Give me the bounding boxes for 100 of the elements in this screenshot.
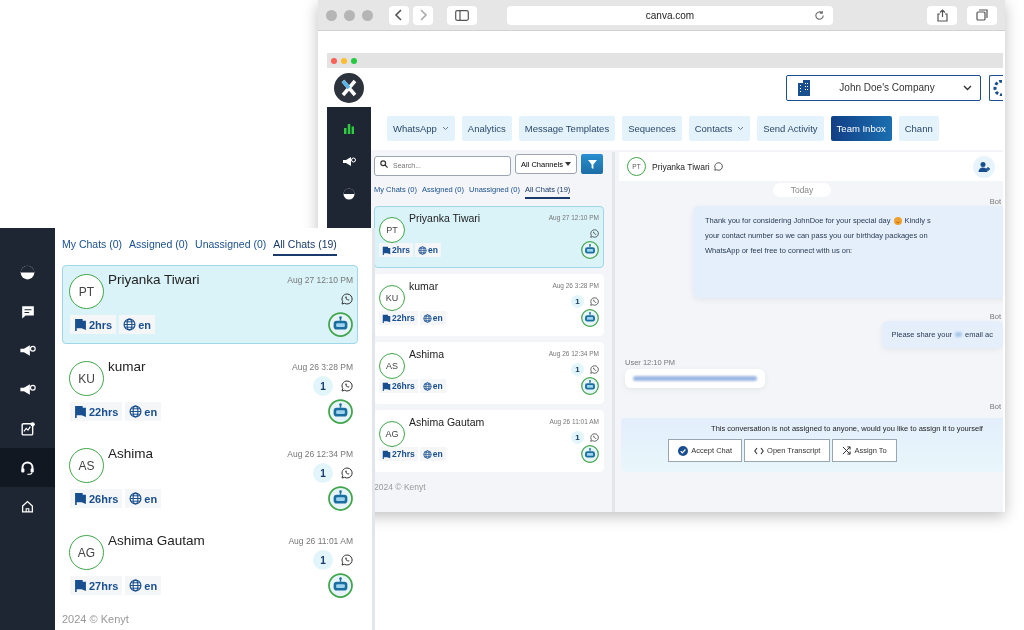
- wait-time-badge: 2hrs: [70, 315, 117, 334]
- megaphone-icon: [19, 383, 36, 396]
- contact-name: Ashima: [108, 446, 153, 461]
- whatsapp-icon: [590, 228, 599, 238]
- chevron-down-icon: [441, 126, 449, 131]
- language-badge: en: [419, 447, 446, 461]
- contact-name: Ashima Gautam: [108, 533, 205, 548]
- caret-icon: [565, 162, 572, 166]
- wait-time-badge: 22hrs: [379, 311, 418, 325]
- robot-icon[interactable]: [581, 241, 599, 259]
- nav-tab[interactable]: WhatsApp: [387, 116, 455, 141]
- wait-time-badge: 27hrs: [379, 447, 418, 461]
- chevron-down-icon: [963, 84, 972, 91]
- address-bar[interactable]: canva.com: [507, 5, 833, 25]
- avatar: PT: [379, 217, 405, 243]
- add-user-button[interactable]: [973, 155, 995, 178]
- chat-card[interactable]: PT Priyanka Tiwari Aug 27 12:10 PM 2hrs en: [62, 265, 358, 344]
- wait-time-badge: 26hrs: [379, 379, 418, 393]
- blurred-icon: [955, 332, 963, 337]
- nav-tab[interactable]: Sequences: [622, 116, 682, 141]
- unread-count: 1: [571, 362, 584, 376]
- nav-tab[interactable]: Team Inbox: [830, 116, 892, 141]
- sidebar-item[interactable]: [0, 448, 55, 487]
- reload-icon[interactable]: [814, 9, 825, 21]
- wait-time-badge: 2hrs: [379, 243, 413, 257]
- avatar: AS: [69, 448, 104, 483]
- headset-icon: [20, 460, 35, 475]
- smiley-icon: [893, 216, 902, 225]
- bar-chart-icon: [343, 122, 355, 134]
- wait-time-badge: 26hrs: [70, 489, 123, 508]
- settings-button[interactable]: [989, 74, 1003, 101]
- nav-tab[interactable]: Send Activity: [757, 116, 824, 141]
- megaphone-icon: [19, 344, 36, 357]
- robot-icon[interactable]: [328, 399, 353, 424]
- avatar: KU: [69, 361, 104, 396]
- filter-tab[interactable]: Unassigned (0): [195, 238, 267, 256]
- company-dropdown[interactable]: John Doe's Company: [786, 74, 981, 101]
- megaphone-icon: [342, 155, 356, 167]
- chevron-right-icon: [418, 9, 428, 21]
- filter-tab[interactable]: Assigned (0): [129, 238, 189, 256]
- tabs-icon: [976, 9, 988, 21]
- unread-count: 1: [313, 376, 333, 396]
- chat-time: Aug 27 12:10 PM: [287, 275, 353, 285]
- home-icon: [21, 500, 34, 513]
- nav-tab[interactable]: Contacts: [688, 116, 751, 141]
- tabs-button[interactable]: [967, 5, 997, 25]
- sidebar-button[interactable]: [447, 5, 477, 25]
- chat-time: Aug 26 3:28 PM: [292, 362, 353, 372]
- wait-time-badge: 27hrs: [70, 576, 123, 595]
- report-icon: [20, 421, 35, 436]
- add-user-icon: [978, 160, 990, 173]
- shuffle-icon: [842, 446, 852, 455]
- contact-name: Ashima Gautam: [409, 416, 485, 428]
- pie-chart-icon: [343, 188, 355, 200]
- whatsapp-icon: [341, 467, 353, 479]
- filter-tab[interactable]: All Chats (19): [273, 238, 337, 256]
- language-badge: en: [419, 379, 446, 393]
- filter-tab[interactable]: My Chats (0): [62, 238, 123, 256]
- chat-time: Aug 26 12:34 PM: [287, 449, 353, 459]
- share-icon: [936, 8, 948, 22]
- chevron-left-icon: [394, 9, 404, 21]
- contact-name: Priyanka Tiwari: [108, 272, 200, 287]
- language-badge: en: [125, 402, 162, 421]
- footer-text: 2024 © Kenyt: [374, 482, 427, 492]
- robot-icon[interactable]: [581, 445, 599, 463]
- search-icon: [380, 160, 388, 168]
- building-icon: [797, 79, 811, 96]
- robot-icon[interactable]: [328, 573, 353, 598]
- code-icon: [754, 446, 765, 455]
- whatsapp-icon: [341, 554, 353, 566]
- pie-chart-icon: [20, 265, 35, 280]
- unread-count: 1: [313, 463, 333, 483]
- unread-count: 1: [571, 430, 584, 444]
- contact-name: kumar: [108, 359, 146, 374]
- robot-icon[interactable]: [328, 312, 353, 337]
- whatsapp-icon: [590, 296, 599, 306]
- back-button[interactable]: [389, 5, 409, 25]
- language-badge: en: [414, 243, 441, 257]
- share-button[interactable]: [927, 5, 957, 25]
- robot-icon[interactable]: [581, 309, 599, 327]
- sidebar-icon: [455, 9, 469, 21]
- nav-tab[interactable]: Chann: [898, 116, 939, 141]
- footer-text: 2024 © Kenyt: [62, 613, 130, 625]
- whatsapp-icon: [341, 293, 353, 305]
- whatsapp-icon: [590, 432, 599, 442]
- robot-icon[interactable]: [328, 486, 353, 511]
- avatar: AG: [379, 421, 405, 447]
- logo-icon: [334, 72, 364, 103]
- unread-count: 1: [571, 294, 584, 308]
- contact-name: Priyanka Tiwari: [409, 212, 481, 224]
- robot-icon[interactable]: [581, 377, 599, 395]
- chat-icon: [20, 304, 35, 319]
- nav-tab[interactable]: Analytics: [461, 116, 512, 141]
- avatar: AS: [379, 353, 405, 379]
- nav-tab[interactable]: Message Templates: [518, 116, 616, 141]
- language-badge: en: [125, 489, 162, 508]
- filter-button[interactable]: [581, 154, 604, 174]
- language-badge: en: [119, 315, 156, 334]
- language-badge: en: [125, 576, 162, 595]
- contact-name: kumar: [409, 280, 439, 292]
